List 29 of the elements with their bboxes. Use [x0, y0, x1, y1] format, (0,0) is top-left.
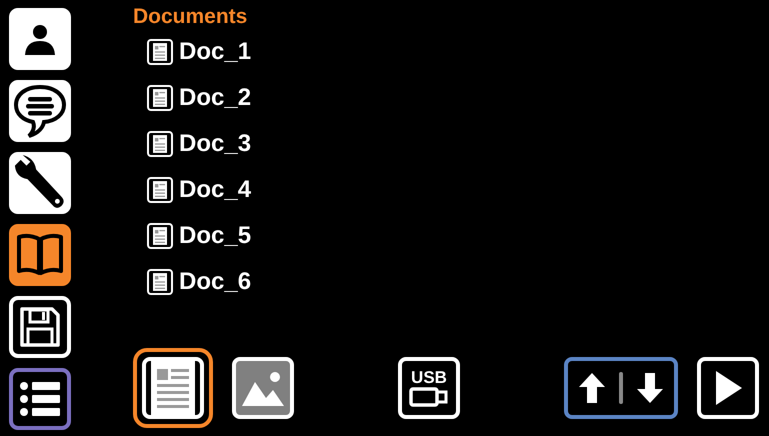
image-icon [242, 370, 284, 406]
document-filter-button[interactable] [133, 348, 213, 428]
sidebar-item[interactable] [9, 224, 71, 286]
usb-drive-icon [409, 386, 449, 406]
document-item[interactable]: Doc_2 [179, 84, 252, 112]
chat-icon [13, 83, 67, 139]
document-item[interactable]: Doc_4 [179, 176, 252, 204]
usb-button[interactable]: USB [398, 357, 460, 419]
arrow-up-icon [579, 373, 605, 403]
document-item[interactable]: Doc_3 [179, 130, 252, 158]
scroll-button[interactable] [564, 357, 678, 419]
arrow-down-icon [637, 373, 663, 403]
image-filter-button[interactable] [232, 357, 294, 419]
sidebar-item[interactable] [9, 368, 71, 430]
play-button[interactable] [697, 357, 759, 419]
document-item[interactable]: Doc_5 [179, 222, 252, 250]
document-icon [147, 85, 173, 111]
list-icon [20, 381, 60, 417]
document-item[interactable]: Doc_1 [179, 38, 252, 66]
section-title: Documents [133, 5, 248, 29]
document-item[interactable]: Doc_6 [179, 268, 252, 296]
play-icon [714, 371, 742, 405]
document-icon [147, 177, 173, 203]
document-icon [147, 269, 173, 295]
document-icon [147, 131, 173, 157]
document-icon [147, 39, 173, 65]
document-icon [147, 223, 173, 249]
document-icon [151, 360, 195, 416]
book-icon [15, 233, 65, 277]
